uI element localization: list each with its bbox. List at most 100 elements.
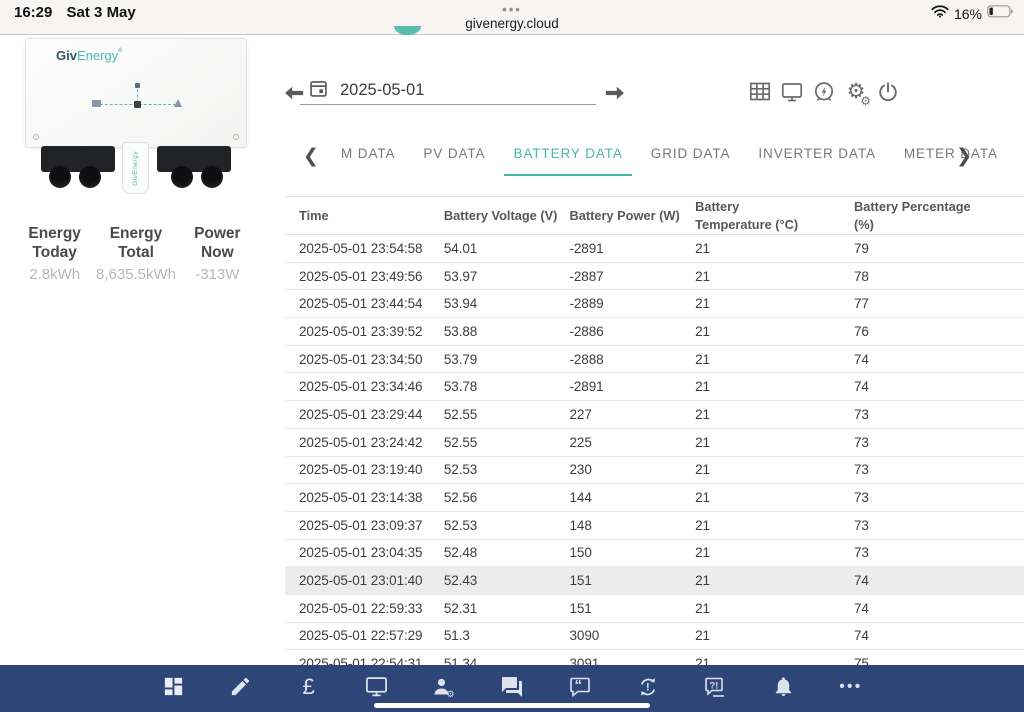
testimonials-icon[interactable]: “ [565, 672, 595, 702]
table-cell: 21 [695, 290, 854, 318]
main-content: 2025-05-01 ⚙ ⚙ [272, 35, 1024, 712]
tabs-list: M DATA PV DATA BATTERY DATA GRID DATAINVERT… [332, 140, 1007, 176]
connector-knob [201, 166, 223, 188]
stat-label: Energy Today [14, 224, 95, 263]
table-row[interactable]: 2025-05-01 23:49:5653.97-28872178 [285, 262, 1024, 290]
table-row[interactable]: 2025-05-01 23:04:3552.481502173 [285, 539, 1024, 567]
table-cell: 2025-05-01 23:49:56 [285, 262, 444, 290]
status-bar: 16:29 Sat 3 May ••• givenergy.cloud 16% [0, 0, 1024, 35]
table-row[interactable]: 2025-05-01 23:39:5253.88-28862176 [285, 318, 1024, 346]
table-cell: 73 [854, 401, 1024, 429]
table-cell: 151 [570, 594, 696, 622]
faq-icon[interactable]: ?! [700, 672, 730, 702]
tab-m-data[interactable]: M DATA [332, 140, 404, 176]
table-cell: 53.78 [444, 373, 570, 401]
stat-label: Energy Total [95, 224, 176, 263]
table-cell: 2025-05-01 23:34:50 [285, 345, 444, 373]
table-cell: 230 [570, 456, 696, 484]
table-cell: 53.88 [444, 318, 570, 346]
table-cell: 3090 [570, 622, 696, 650]
tab-inverter-data[interactable]: INVERTER DATA [749, 140, 884, 176]
notifications-icon[interactable] [768, 672, 798, 702]
battery-percent-text: 16% [954, 6, 982, 22]
settings-gears-icon[interactable]: ⚙ ⚙ [844, 80, 868, 104]
wifi-dongle: GivEnergy [122, 142, 149, 194]
calendar-icon [308, 78, 329, 104]
tabs-scroll-right-icon[interactable]: ❯ [956, 146, 972, 166]
table-cell: 79 [854, 235, 1024, 263]
battery-data-table-wrap: TimeBattery Voltage (V)Battery Power (W)… [285, 196, 1024, 712]
table-cell: -2889 [570, 290, 696, 318]
stat-energy-today: Energy Today 2.8kWh [14, 224, 95, 285]
battery-data-table: TimeBattery Voltage (V)Battery Power (W)… [285, 196, 1024, 678]
column-header: Battery Percentage (%) [854, 197, 1024, 235]
stat-value: 8,635.5kWh [95, 266, 176, 285]
table-cell: 73 [854, 539, 1024, 567]
table-cell: 52.48 [444, 539, 570, 567]
table-cell: 74 [854, 373, 1024, 401]
tariffs-icon[interactable]: £ [294, 672, 324, 702]
tab-meter-data[interactable]: METER DATA [895, 140, 1007, 176]
svg-text:!: ! [646, 681, 650, 693]
next-day-button[interactable] [604, 82, 626, 109]
tab-pv-data[interactable]: PV DATA [414, 140, 494, 176]
table-row[interactable]: 2025-05-01 23:01:4052.431512174 [285, 567, 1024, 595]
table-cell: 21 [695, 594, 854, 622]
sync-alert-icon[interactable]: ! [633, 672, 663, 702]
table-body: 2025-05-01 23:54:5854.01-289121792025-05… [285, 235, 1024, 678]
table-cell: 52.56 [444, 484, 570, 512]
table-cell: 225 [570, 428, 696, 456]
browser-menu-dots[interactable]: ••• [0, 2, 1024, 17]
address-bar-url[interactable]: givenergy.cloud [0, 16, 1024, 31]
tab-battery-data[interactable]: BATTERY DATA [504, 140, 631, 176]
table-row[interactable]: 2025-05-01 22:57:2951.330902174 [285, 622, 1024, 650]
dashboard-icon[interactable] [158, 672, 188, 702]
table-cell: 2025-05-01 23:39:52 [285, 318, 444, 346]
svg-text:“: “ [574, 677, 582, 694]
more-icon[interactable]: ••• [836, 672, 866, 702]
table-cell: 21 [695, 345, 854, 373]
table-cell: 21 [695, 484, 854, 512]
column-header: Battery Power (W) [570, 197, 696, 235]
date-input[interactable]: 2025-05-01 [300, 77, 596, 105]
date-value: 2025-05-01 [340, 81, 424, 100]
table-row[interactable]: 2025-05-01 23:14:3852.561442173 [285, 484, 1024, 512]
svg-text:?!: ?! [710, 680, 719, 691]
table-cell: 148 [570, 511, 696, 539]
energy-meter-icon[interactable] [812, 80, 836, 104]
table-cell: -2887 [570, 262, 696, 290]
table-cell: 21 [695, 318, 854, 346]
table-cell: 52.55 [444, 401, 570, 429]
data-table-icon[interactable] [748, 80, 772, 104]
table-cell: 21 [695, 428, 854, 456]
display-icon[interactable] [780, 80, 804, 104]
account-settings-icon[interactable]: ⚙ [429, 672, 459, 702]
power-icon[interactable] [876, 80, 900, 104]
chat-icon[interactable] [497, 672, 527, 702]
tab-grid-data[interactable]: GRID DATA [642, 140, 740, 176]
table-cell: 2025-05-01 23:54:58 [285, 235, 444, 263]
table-row[interactable]: 2025-05-01 23:29:4452.552272173 [285, 401, 1024, 429]
energy-stats: Energy Today 2.8kWh Energy Total 8,635.5… [0, 224, 272, 285]
table-row[interactable]: 2025-05-01 23:24:4252.552252173 [285, 428, 1024, 456]
table-row[interactable]: 2025-05-01 23:44:5453.94-28892177 [285, 290, 1024, 318]
inverter-image: GivEnergy® GivEnergy [25, 38, 247, 200]
table-cell: 2025-05-01 23:14:38 [285, 484, 444, 512]
gear-icon: ⚙ [860, 95, 871, 107]
home-indicator[interactable] [374, 703, 650, 709]
svg-text:⚙: ⚙ [447, 689, 455, 699]
table-header-row: TimeBattery Voltage (V)Battery Power (W)… [285, 197, 1024, 235]
table-cell: 2025-05-01 23:01:40 [285, 567, 444, 595]
monitor-icon[interactable] [361, 672, 391, 702]
tabs-scroll-left-icon[interactable]: ❮ [303, 146, 319, 166]
table-cell: 52.55 [444, 428, 570, 456]
table-row[interactable]: 2025-05-01 23:19:4052.532302173 [285, 456, 1024, 484]
table-row[interactable]: 2025-05-01 23:09:3752.531482173 [285, 511, 1024, 539]
table-cell: 2025-05-01 22:57:29 [285, 622, 444, 650]
table-row[interactable]: 2025-05-01 23:54:5854.01-28912179 [285, 235, 1024, 263]
table-row[interactable]: 2025-05-01 23:34:4653.78-28912174 [285, 373, 1024, 401]
table-cell: 21 [695, 511, 854, 539]
table-row[interactable]: 2025-05-01 22:59:3352.311512174 [285, 594, 1024, 622]
edit-icon[interactable] [226, 672, 256, 702]
table-row[interactable]: 2025-05-01 23:34:5053.79-28882174 [285, 345, 1024, 373]
